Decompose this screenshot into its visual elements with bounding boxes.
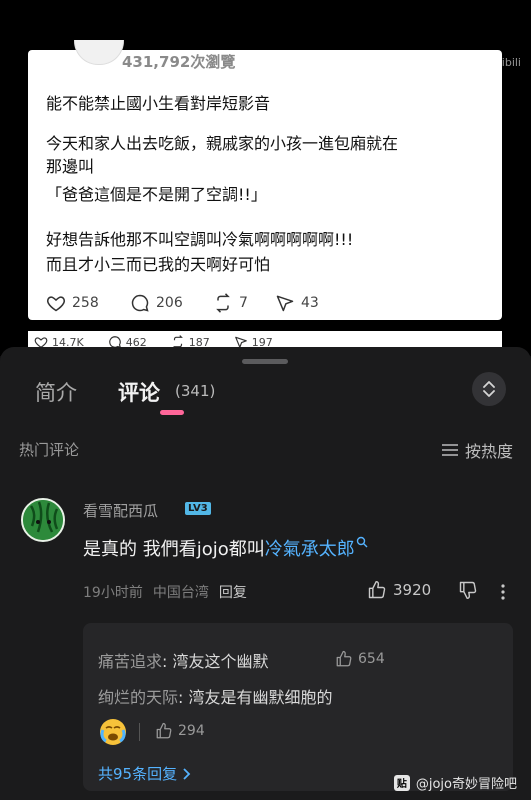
reply-username[interactable]: 绚烂的天际 [98, 688, 178, 707]
search-icon [356, 536, 368, 548]
video-player[interactable]: bilibili 431,792次瀏覽 能不能禁止國小生看對岸短影音 今天和家人… [0, 0, 531, 356]
comment-bubble-icon [131, 294, 149, 312]
reply-text: 湾友是有幽默细胞的 [188, 688, 333, 707]
divider [139, 723, 140, 741]
hot-comments-label: 热门评论 [19, 441, 80, 459]
sort-icon [441, 444, 458, 456]
reply-separator: : [162, 652, 173, 671]
comment-more-button[interactable] [500, 584, 506, 604]
tab-comments[interactable]: 评论 [118, 377, 160, 407]
post-line: 好想告訴他那不叫空調叫冷氣啊啊啊啊啊!!! [46, 230, 354, 249]
comment-meta: 19小时前 中国台湾 回复 [83, 582, 247, 602]
expand-collapse-icon [483, 381, 495, 397]
more-vertical-icon [501, 584, 505, 600]
post-line: 而且才小三而已我的天啊好可怕 [46, 255, 271, 274]
thumbs-up-icon [368, 580, 386, 599]
post-line: 今天和家人出去吃飯，親戚家的小孩一進包廂就在 [46, 134, 399, 153]
repost-icon [216, 293, 230, 313]
watermelon-avatar-icon [23, 500, 63, 540]
post-view-count: 431,792次瀏覽 [122, 53, 236, 71]
tab-intro[interactable]: 简介 [35, 377, 77, 407]
sort-label: 按热度 [464, 442, 513, 461]
comment-username[interactable]: 看雪配西瓜 [83, 500, 158, 521]
footer-watermark: 贴 @jojo奇妙冒险吧 [393, 773, 517, 792]
post-repost-stat: 7 [213, 293, 248, 313]
post-share-stat: 43 [275, 293, 319, 313]
thumbs-up-icon [336, 650, 352, 667]
reply-text: 湾友这个幽默 [172, 652, 269, 671]
comment-location: 中国台湾 [152, 585, 209, 601]
active-tab-indicator [160, 410, 184, 415]
reply-box: 痛苦追求: 湾友这个幽默 654 绚烂的天际: 湾友是有幽默细胞的 294 共9… [83, 623, 513, 791]
send-icon [276, 295, 294, 312]
thumbs-up-icon [156, 722, 172, 739]
post-avatar [74, 40, 124, 65]
reply-like-button[interactable]: 654 [335, 650, 385, 668]
comment-like-button[interactable]: 3920 [367, 580, 431, 600]
tieba-logo-icon: 贴 [393, 774, 410, 791]
thumbs-down-icon [459, 581, 477, 600]
post-repost-count: 7 [239, 295, 248, 311]
post-share-count: 43 [301, 295, 319, 311]
comment-like-count: 3920 [393, 581, 432, 599]
comment-panel: 简介 评论 (341) 热门评论 按热度 看雪配西瓜 LV3 是真的 我們看jo… [0, 347, 531, 800]
reply-item[interactable]: 痛苦追求: 湾友这个幽默 [98, 648, 269, 672]
post-line: 那邊叫 [46, 157, 95, 176]
post-title: 能不能禁止國小生看對岸短影音 [46, 94, 271, 113]
sort-button[interactable]: 按热度 [441, 438, 513, 462]
avatar[interactable] [21, 498, 65, 542]
reply-like-button[interactable]: 294 [155, 722, 205, 740]
drag-handle[interactable] [242, 359, 288, 364]
more-replies-label: 共95条回复 [98, 765, 178, 783]
post-screenshot-card: 431,792次瀏覽 能不能禁止國小生看對岸短影音 今天和家人出去吃飯，親戚家的… [28, 40, 502, 320]
reply-username[interactable]: 痛苦追求 [98, 652, 162, 671]
comment-text: 是真的 我們看jojo都叫冷氣承太郎 [83, 535, 368, 561]
comment-dislike-button[interactable] [458, 580, 478, 604]
crying-emoji-icon [100, 719, 126, 745]
comment-time: 19小时前 [83, 585, 143, 601]
collapse-button[interactable] [472, 372, 506, 406]
post-line: 「爸爸這個是不是開了空調!!」 [46, 185, 267, 204]
user-level-badge: LV3 [185, 502, 211, 515]
footer-watermark-text: @jojo奇妙冒险吧 [415, 777, 517, 792]
post-comment-stat: 206 [130, 293, 183, 313]
post-like-count: 258 [72, 295, 99, 311]
post-comment-count: 206 [156, 295, 183, 311]
comment-body: 是真的 我們看jojo都叫 [83, 539, 265, 560]
reply-like-count: 294 [178, 723, 205, 739]
comment-count: (341) [175, 382, 216, 400]
reply-like-count: 654 [358, 651, 385, 667]
reply-item[interactable]: 绚烂的天际: 湾友是有幽默细胞的 [98, 684, 333, 708]
reply-button[interactable]: 回复 [219, 582, 247, 602]
chevron-right-icon [183, 767, 191, 780]
view-more-replies-button[interactable]: 共95条回复 [98, 763, 191, 784]
post-like-stat: 258 [46, 293, 99, 313]
heart-icon [46, 296, 66, 312]
comment-search-link[interactable]: 冷氣承太郎 [264, 536, 368, 560]
reply-separator: : [178, 688, 189, 707]
comment-link-text: 冷氣承太郎 [264, 539, 355, 560]
